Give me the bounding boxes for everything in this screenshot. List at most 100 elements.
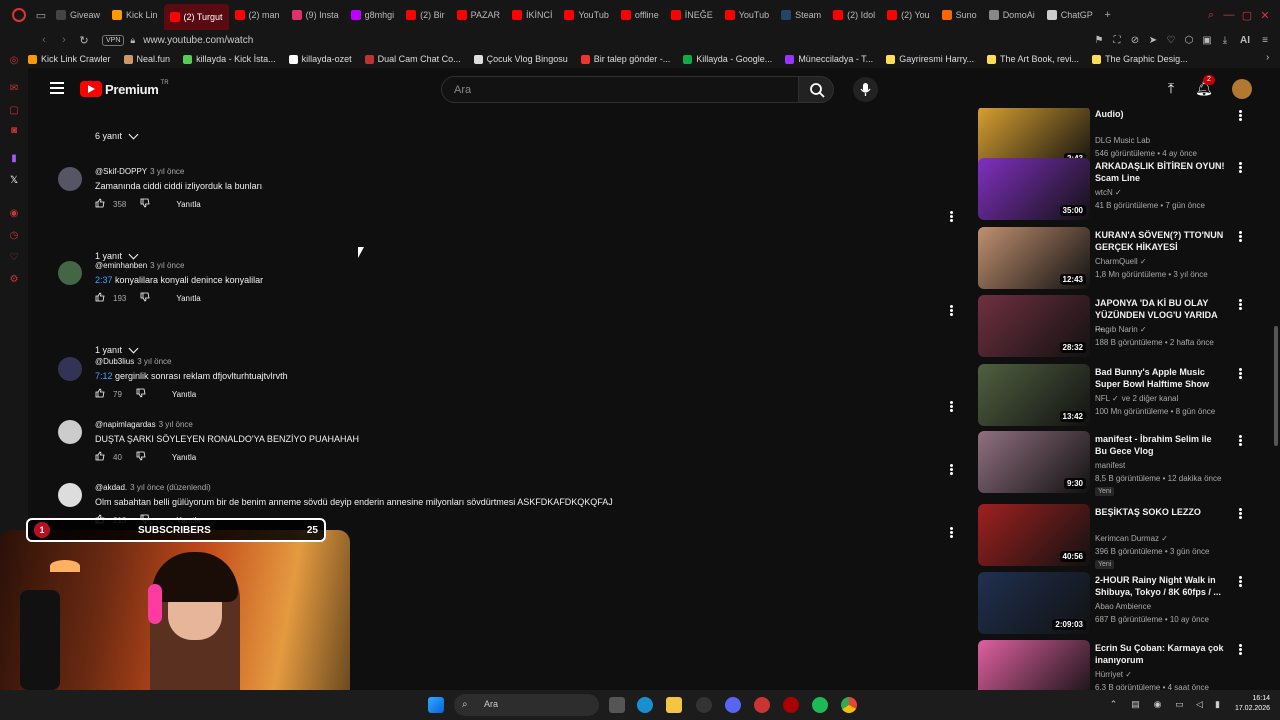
browser-tab[interactable]: (2) man [229, 0, 286, 30]
youtube-premium-logo[interactable]: Premium TR [80, 80, 169, 97]
like-button[interactable] [95, 388, 113, 400]
start-button[interactable] [428, 697, 444, 713]
volume-icon[interactable]: ◁ [1194, 699, 1205, 710]
video-channel[interactable]: wtcN ✓ [1095, 188, 1122, 197]
video-channel[interactable]: CharmQuell ✓ [1095, 257, 1147, 266]
video-thumbnail[interactable]: 40:56 [978, 504, 1090, 566]
video-more-options-icon[interactable] [1239, 299, 1242, 311]
video-thumbnail[interactable]: 2:09:03 [978, 572, 1090, 634]
opera-icon[interactable] [783, 697, 799, 713]
chrome-icon[interactable] [841, 697, 857, 713]
comment-more-options-icon[interactable] [950, 464, 954, 476]
tray-overflow-icon[interactable]: ⌃ [1108, 699, 1119, 710]
dislike-button[interactable] [126, 292, 176, 304]
file-explorer-icon[interactable] [666, 697, 682, 713]
opera-logo-icon[interactable] [12, 8, 26, 22]
browser-tab[interactable]: (2) Idol [827, 0, 881, 30]
view-replies-button[interactable]: 6 yanıt [95, 129, 139, 141]
history-icon[interactable]: ◷ [8, 230, 20, 242]
video-title[interactable]: BEŞİKTAŞ SOKO LEZZO [1095, 506, 1225, 518]
screenshot-icon[interactable]: ⛶ [1108, 35, 1126, 46]
dislike-button[interactable] [122, 451, 172, 463]
settings-icon[interactable]: ⚙ [8, 274, 20, 286]
related-video-item[interactable]: 13:42 Bad Bunny's Apple Music Super Bowl … [978, 364, 1268, 428]
video-channel[interactable]: Abao Ambience [1095, 602, 1151, 611]
bookmark-item[interactable]: killayda-ozet [288, 54, 352, 64]
forward-button[interactable]: › [54, 34, 74, 46]
voice-search-button[interactable] [853, 77, 878, 102]
url-field[interactable]: www.youtube.com/watch [143, 35, 253, 46]
video-more-options-icon[interactable] [1239, 231, 1242, 243]
bookmarks-icon[interactable]: ♡ [8, 252, 20, 264]
video-thumbnail[interactable]: 12:43 [978, 227, 1090, 289]
video-thumbnail[interactable] [978, 640, 1090, 690]
taskbar-search[interactable]: Ara [454, 694, 599, 716]
network-icon[interactable]: ▭ [1174, 699, 1185, 710]
video-title[interactable]: manifest - İbrahim Selim ile Bu Gece Vlo… [1095, 433, 1225, 457]
video-title[interactable]: Audio) [1095, 108, 1225, 120]
battery-icon[interactable]: ▮ [1212, 699, 1223, 710]
comment-more-options-icon[interactable] [950, 401, 954, 413]
bookmark-item[interactable]: The Art Book, revi... [987, 54, 1079, 64]
bookmark-item[interactable]: Neal.fun [123, 54, 170, 64]
player-icon[interactable]: ◉ [8, 208, 20, 220]
related-video-item[interactable]: 40:56 BEŞİKTAŞ SOKO LEZZO Kerimcan Durmaz … [978, 504, 1268, 569]
browser-tab[interactable]: (9) Insta [286, 0, 345, 30]
dislike-button[interactable] [126, 198, 176, 210]
commenter-avatar[interactable] [58, 420, 82, 444]
bookmark-item[interactable]: The Graphic Desig... [1092, 54, 1188, 64]
video-thumbnail[interactable]: 35:00 [978, 158, 1090, 220]
whatsapp-icon[interactable]: ◙ [8, 125, 20, 137]
browser-tab[interactable]: (2) You [881, 0, 936, 30]
reply-button[interactable]: Yanıtla [172, 390, 196, 399]
comment-more-options-icon[interactable] [950, 527, 954, 539]
like-button[interactable] [95, 292, 113, 304]
video-more-options-icon[interactable] [1239, 435, 1242, 447]
search-input[interactable]: Ara [441, 76, 799, 103]
edge-icon[interactable] [637, 697, 653, 713]
vpn-badge[interactable]: VPN [102, 34, 125, 46]
tab-menu-icon[interactable]: ▭ [32, 6, 50, 24]
menu-icon[interactable] [50, 82, 64, 94]
browser-tab[interactable]: g8mhgi [345, 0, 401, 30]
browser-tab[interactable]: ChatGP [1041, 0, 1099, 30]
instagram-icon[interactable]: ▢ [8, 105, 20, 117]
extensions-icon[interactable]: ⬡ [1180, 35, 1198, 46]
browser-tab[interactable]: YouTub [719, 0, 775, 30]
video-channel[interactable]: Ragıb Narin ✓ [1095, 325, 1147, 334]
reply-button[interactable]: Yanıtla [176, 294, 200, 303]
commenter-avatar[interactable] [58, 261, 82, 285]
twitch-icon[interactable]: ▮ [8, 153, 20, 165]
browser-tab[interactable]: (2) Turgut [163, 4, 229, 30]
tray-app-icon[interactable]: ▤ [1130, 699, 1141, 710]
task-view-icon[interactable] [609, 697, 625, 713]
video-title[interactable]: KURAN'A SÖVEN(?) TTO'NUN GERÇEK HİKAYESİ [1095, 229, 1225, 253]
account-avatar[interactable] [1232, 79, 1252, 99]
messenger-icon[interactable]: ✉ [8, 83, 20, 95]
comment-author[interactable]: @Skif-DOPPY 3 yıl önce [95, 167, 184, 176]
easy-setup-icon[interactable]: ⊘ [1126, 35, 1144, 46]
download-icon[interactable]: ⤓ [1216, 35, 1234, 46]
comment-timestamp-link[interactable]: 7:12 [95, 371, 113, 381]
video-more-options-icon[interactable] [1239, 110, 1242, 122]
browser-tab[interactable]: DomoAi [983, 0, 1041, 30]
new-tab-button[interactable]: + [1099, 6, 1117, 24]
aria-icon[interactable]: ◎ [8, 55, 20, 67]
x-icon[interactable]: 𝕏 [8, 175, 20, 187]
browser-tab[interactable]: offline [615, 0, 665, 30]
browser-tab[interactable]: Steam [775, 0, 827, 30]
commenter-avatar[interactable] [58, 357, 82, 381]
taskbar-clock[interactable]: 16:14 17.02.2026 [1230, 694, 1270, 714]
video-title[interactable]: ARKADAŞLIK BİTİREN OYUN! Scam Line [1095, 160, 1225, 184]
spotify-icon[interactable] [812, 697, 828, 713]
comment-more-options-icon[interactable] [950, 305, 954, 317]
video-channel[interactable]: Kerimcan Durmaz ✓ [1095, 534, 1168, 543]
heart-icon[interactable]: ♡ [1162, 35, 1180, 46]
related-video-item[interactable]: 2:09:03 2-HOUR Rainy Night Walk in Shibuy… [978, 572, 1268, 636]
view-replies-button[interactable]: 1 yanıt [95, 249, 139, 261]
browser-tab[interactable]: İKİNCİ [506, 0, 559, 30]
like-button[interactable] [95, 198, 113, 210]
video-title[interactable]: Bad Bunny's Apple Music Super Bowl Halft… [1095, 366, 1225, 390]
bookmarks-overflow-icon[interactable]: › [1266, 52, 1269, 63]
bookmark-item[interactable]: Killayda - Google... [683, 54, 772, 64]
